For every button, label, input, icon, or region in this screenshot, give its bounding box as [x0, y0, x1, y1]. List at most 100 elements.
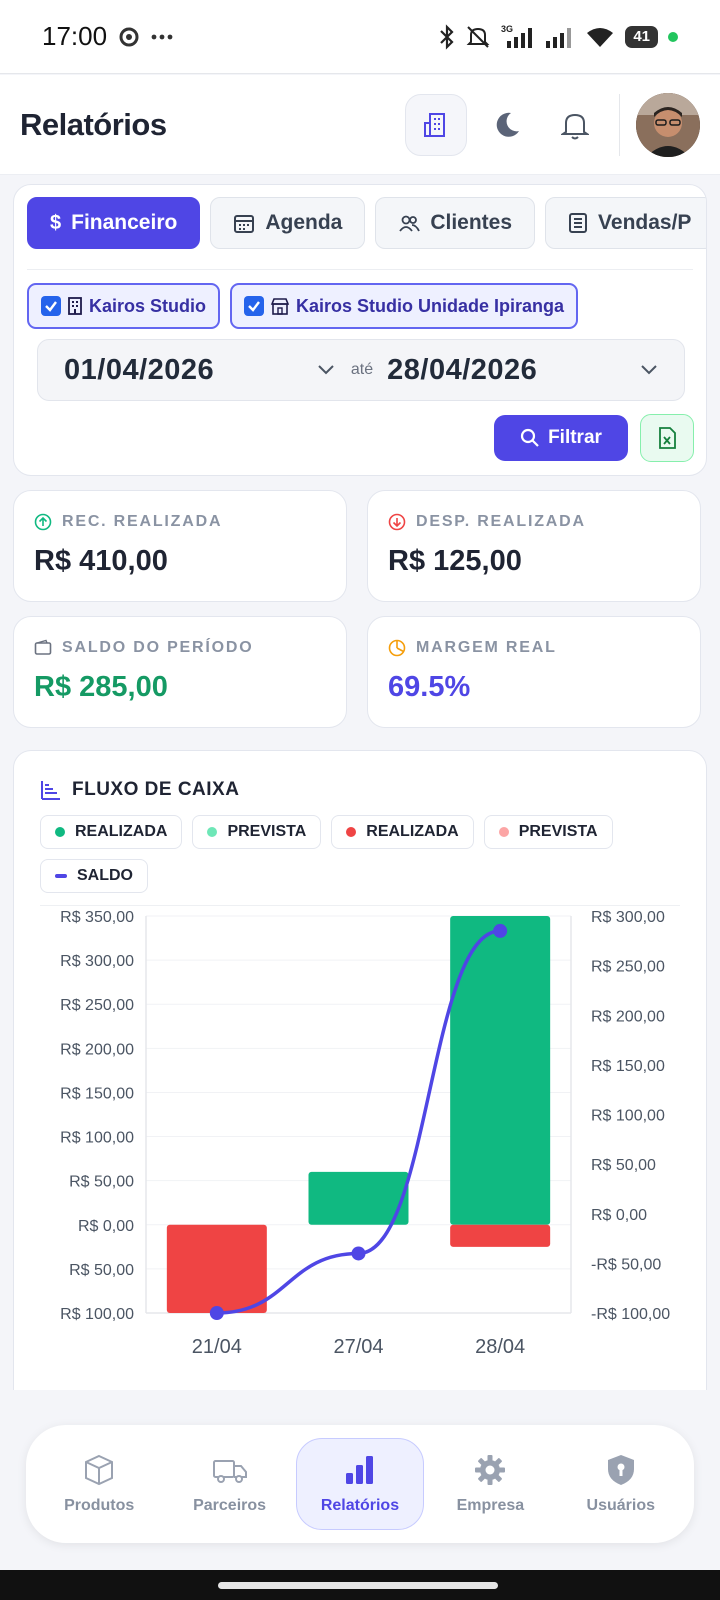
tab-financeiro[interactable]: $ Financeiro	[27, 197, 201, 249]
y-right-tick-label: R$ 200,00	[591, 1008, 665, 1025]
y-left-tick-label: R$ 50,00	[69, 1262, 134, 1279]
bell-icon	[561, 113, 589, 139]
receipt-icon	[569, 213, 588, 233]
y-left-tick-label: R$ 300,00	[60, 953, 134, 970]
nav-usuarios[interactable]: Usuários	[557, 1438, 685, 1530]
kpi-value: R$ 125,00	[388, 545, 522, 577]
kpi-value: R$ 285,00	[34, 671, 168, 703]
nav-parceiros[interactable]: Parceiros	[166, 1438, 294, 1530]
more-icon	[151, 34, 173, 40]
notifications-button[interactable]	[547, 97, 603, 153]
building-icon	[68, 297, 82, 315]
tab-clientes[interactable]: Clientes	[375, 197, 536, 249]
mute-icon	[465, 24, 491, 50]
chevron-down-icon	[317, 364, 335, 376]
y-left-tick-label: R$ 0,00	[78, 1218, 134, 1235]
shield-icon	[607, 1455, 634, 1485]
box-icon	[85, 1454, 114, 1486]
status-bar: 17:00 3G 41	[0, 0, 720, 74]
export-excel-button[interactable]	[640, 414, 694, 462]
date-range: 01/04/2026 até 28/04/2026	[37, 339, 685, 401]
date-from-value: 01/04/2026	[64, 353, 215, 386]
y-right-tick-label: R$ 50,00	[591, 1157, 656, 1174]
header-divider	[619, 93, 620, 156]
checkbox-icon[interactable]	[244, 296, 265, 316]
calendar-icon	[234, 215, 255, 233]
y-left-tick-label: R$ 350,00	[60, 909, 134, 926]
company-switch-button[interactable]	[405, 93, 467, 156]
unit-chip-kairos-ipiranga[interactable]: Kairos Studio Unidade Ipiranga	[230, 283, 579, 329]
battery-icon: 41	[625, 25, 658, 48]
svg-text:3G: 3G	[501, 24, 513, 34]
saldo-point	[351, 1246, 366, 1261]
date-from-select[interactable]: 01/04/2026	[64, 354, 335, 387]
status-time: 17:00	[42, 21, 108, 51]
y-right-tick-label: R$ 300,00	[591, 909, 665, 926]
report-tabs: $ Financeiro Agenda Clientes Vendas/P	[27, 197, 706, 249]
y-left-tick-label: R$ 100,00	[60, 1306, 134, 1323]
privacy-dot	[668, 31, 678, 42]
dollar-icon: $	[50, 211, 62, 234]
x-tick-label: 28/04	[475, 1336, 525, 1358]
kpi-saldo-periodo: SALDO DO PERÍODO R$ 285,00	[13, 616, 347, 728]
bluetooth-icon	[439, 23, 455, 50]
filter-card: $ Financeiro Agenda Clientes Vendas/P Ka…	[13, 184, 707, 476]
signal-3g-icon: 3G	[501, 24, 535, 50]
kpi-margem-real: MARGEM REAL 69.5%	[367, 616, 701, 728]
kpi-receita-realizada: REC. REALIZADA R$ 410,00	[13, 490, 347, 602]
nav-relatorios[interactable]: Relatórios	[295, 1438, 424, 1530]
kpi-despesa-realizada: DESP. REALIZADA R$ 125,00	[367, 490, 701, 602]
bar	[166, 1224, 267, 1313]
bar-chart-icon	[345, 1456, 373, 1484]
date-to-value: 28/04/2026	[387, 353, 538, 386]
users-icon	[399, 215, 421, 232]
search-icon	[520, 428, 539, 447]
chevron-down-icon	[640, 364, 658, 376]
y-left-tick-label: R$ 250,00	[60, 997, 134, 1014]
y-left-tick-label: R$ 100,00	[60, 1130, 134, 1147]
chrome-icon	[119, 27, 139, 47]
building-icon	[424, 112, 445, 137]
saldo-point	[493, 923, 508, 938]
unit-chips: Kairos Studio Kairos Studio Unidade Ipir…	[27, 283, 579, 329]
dark-mode-toggle[interactable]	[479, 97, 535, 153]
truck-icon	[212, 1460, 247, 1483]
gear-icon	[475, 1455, 506, 1485]
date-separator: até	[350, 361, 374, 378]
bar	[450, 1224, 551, 1247]
saldo-point	[209, 1306, 224, 1320]
home-gesture-pill[interactable]	[218, 1582, 498, 1589]
y-left-tick-label: R$ 50,00	[69, 1174, 134, 1191]
y-right-tick-label: R$ 150,00	[591, 1058, 665, 1075]
tab-agenda[interactable]: Agenda	[210, 197, 366, 249]
y-right-tick-label: -R$ 100,00	[591, 1306, 670, 1323]
tab-vendas[interactable]: Vendas/P	[545, 197, 706, 249]
arrow-up-circle-icon	[34, 513, 52, 531]
wifi-icon	[585, 25, 615, 49]
y-right-tick-label: R$ 100,00	[591, 1108, 665, 1125]
store-icon	[270, 298, 290, 315]
avatar[interactable]	[636, 92, 700, 157]
unit-chip-kairos-studio[interactable]: Kairos Studio	[27, 283, 221, 329]
y-left-tick-label: R$ 200,00	[60, 1041, 134, 1058]
kpi-value: 69.5%	[388, 671, 471, 703]
nav-empresa[interactable]: Empresa	[426, 1438, 554, 1530]
page-title: Relatórios	[20, 106, 167, 142]
y-right-tick-label: R$ 0,00	[591, 1207, 647, 1224]
checkbox-icon[interactable]	[41, 296, 61, 316]
y-right-tick-label: -R$ 50,00	[591, 1256, 661, 1273]
filter-button[interactable]: Filtrar	[494, 415, 628, 461]
date-to-select[interactable]: 28/04/2026	[387, 354, 658, 387]
cash-flow-chart: R$ 350,00 R$ 300,00 R$ 250,00 R$ 200,00 R$ 1…	[60, 909, 670, 1358]
y-right-tick-label: R$ 250,00	[591, 959, 665, 976]
arrow-down-circle-icon	[388, 513, 406, 531]
moon-icon	[496, 112, 519, 137]
tabs-divider	[27, 269, 693, 270]
x-tick-label: 27/04	[333, 1336, 383, 1358]
app-header: Relatórios	[0, 75, 720, 175]
pie-chart-icon	[388, 639, 406, 657]
kpi-value: R$ 410,00	[34, 545, 168, 577]
excel-icon	[659, 427, 676, 449]
nav-produtos[interactable]: Produtos	[35, 1438, 163, 1530]
x-tick-label: 21/04	[192, 1336, 242, 1358]
